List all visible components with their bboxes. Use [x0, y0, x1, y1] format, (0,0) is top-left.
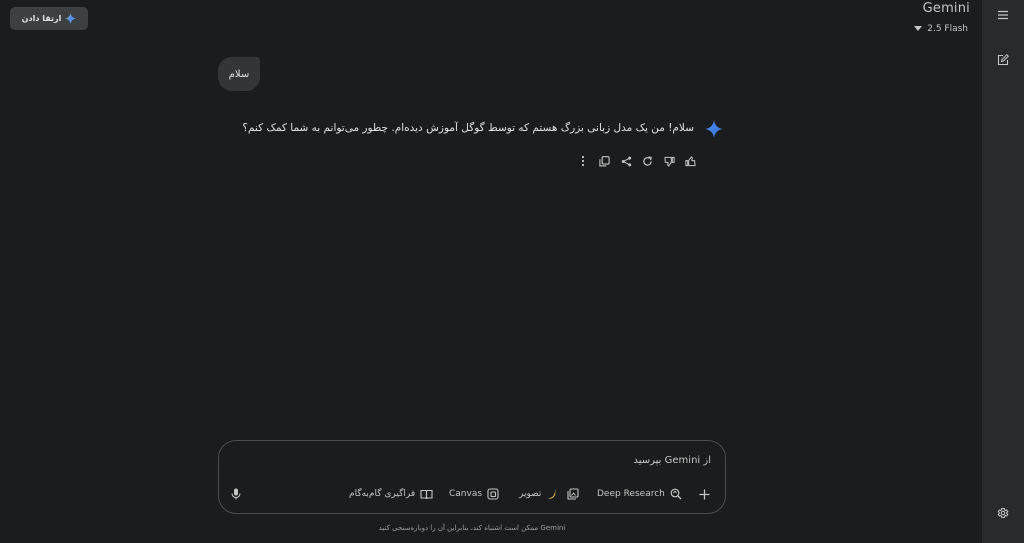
response-actions — [576, 153, 705, 169]
thumbs-up-icon[interactable] — [684, 154, 698, 168]
add-attachment-button[interactable] — [699, 486, 710, 502]
right-sidebar — [982, 0, 1024, 543]
image-label: تصویر — [519, 489, 542, 499]
canvas-icon — [487, 488, 499, 500]
image-button[interactable]: تصویر — [519, 486, 579, 502]
user-message: سلام — [218, 57, 260, 91]
guided-learning-label: فراگیری گام‌به‌گام — [349, 489, 416, 499]
gemini-sparkle-icon — [705, 120, 723, 138]
main-area: ارتقا دادن Gemini 2.5 Flash سلام سلام! م… — [0, 0, 982, 543]
deep-research-button[interactable]: Deep Research — [597, 486, 682, 502]
plus-icon — [699, 489, 710, 500]
brand-name: Gemini — [922, 1, 970, 16]
disclaimer-text: Gemini ممکن است اشتباه کند، بنابراین آن … — [378, 524, 566, 532]
prompt-input[interactable] — [241, 452, 711, 468]
guided-learning-button[interactable]: فراگیری گام‌به‌گام — [349, 486, 433, 502]
caret-down-icon — [914, 26, 923, 32]
share-icon[interactable] — [619, 154, 633, 168]
prompt-composer: فراگیری گام‌به‌گام Canvas تصویر — [218, 440, 726, 514]
settings-gear-icon[interactable] — [994, 504, 1012, 522]
more-options-icon[interactable] — [576, 154, 590, 168]
model-label: 2.5 Flash — [927, 24, 968, 34]
new-chat-icon[interactable] — [994, 51, 1012, 69]
image-gallery-icon — [567, 488, 579, 500]
model-response: سلام! من یک مدل زبانی بزرگ هستم که توسط … — [242, 122, 694, 134]
microphone-button[interactable] — [231, 486, 241, 502]
canvas-label: Canvas — [449, 489, 483, 499]
book-icon — [420, 489, 433, 500]
thumbs-down-icon[interactable] — [662, 154, 676, 168]
research-search-icon — [670, 488, 682, 500]
copy-icon[interactable] — [598, 154, 612, 168]
menu-icon[interactable] — [994, 6, 1012, 24]
banana-icon — [546, 489, 557, 500]
composer-toolbar: فراگیری گام‌به‌گام Canvas تصویر — [219, 486, 725, 502]
upgrade-button[interactable]: ارتقا دادن — [10, 7, 88, 30]
upgrade-label: ارتقا دادن — [21, 14, 62, 23]
microphone-icon — [231, 488, 241, 500]
canvas-button[interactable]: Canvas — [449, 486, 499, 502]
model-selector[interactable]: 2.5 Flash — [914, 22, 968, 36]
regenerate-icon[interactable] — [641, 154, 655, 168]
brand: Gemini — [923, 1, 970, 16]
sparkle-icon — [65, 13, 77, 24]
deep-research-label: Deep Research — [597, 489, 665, 499]
